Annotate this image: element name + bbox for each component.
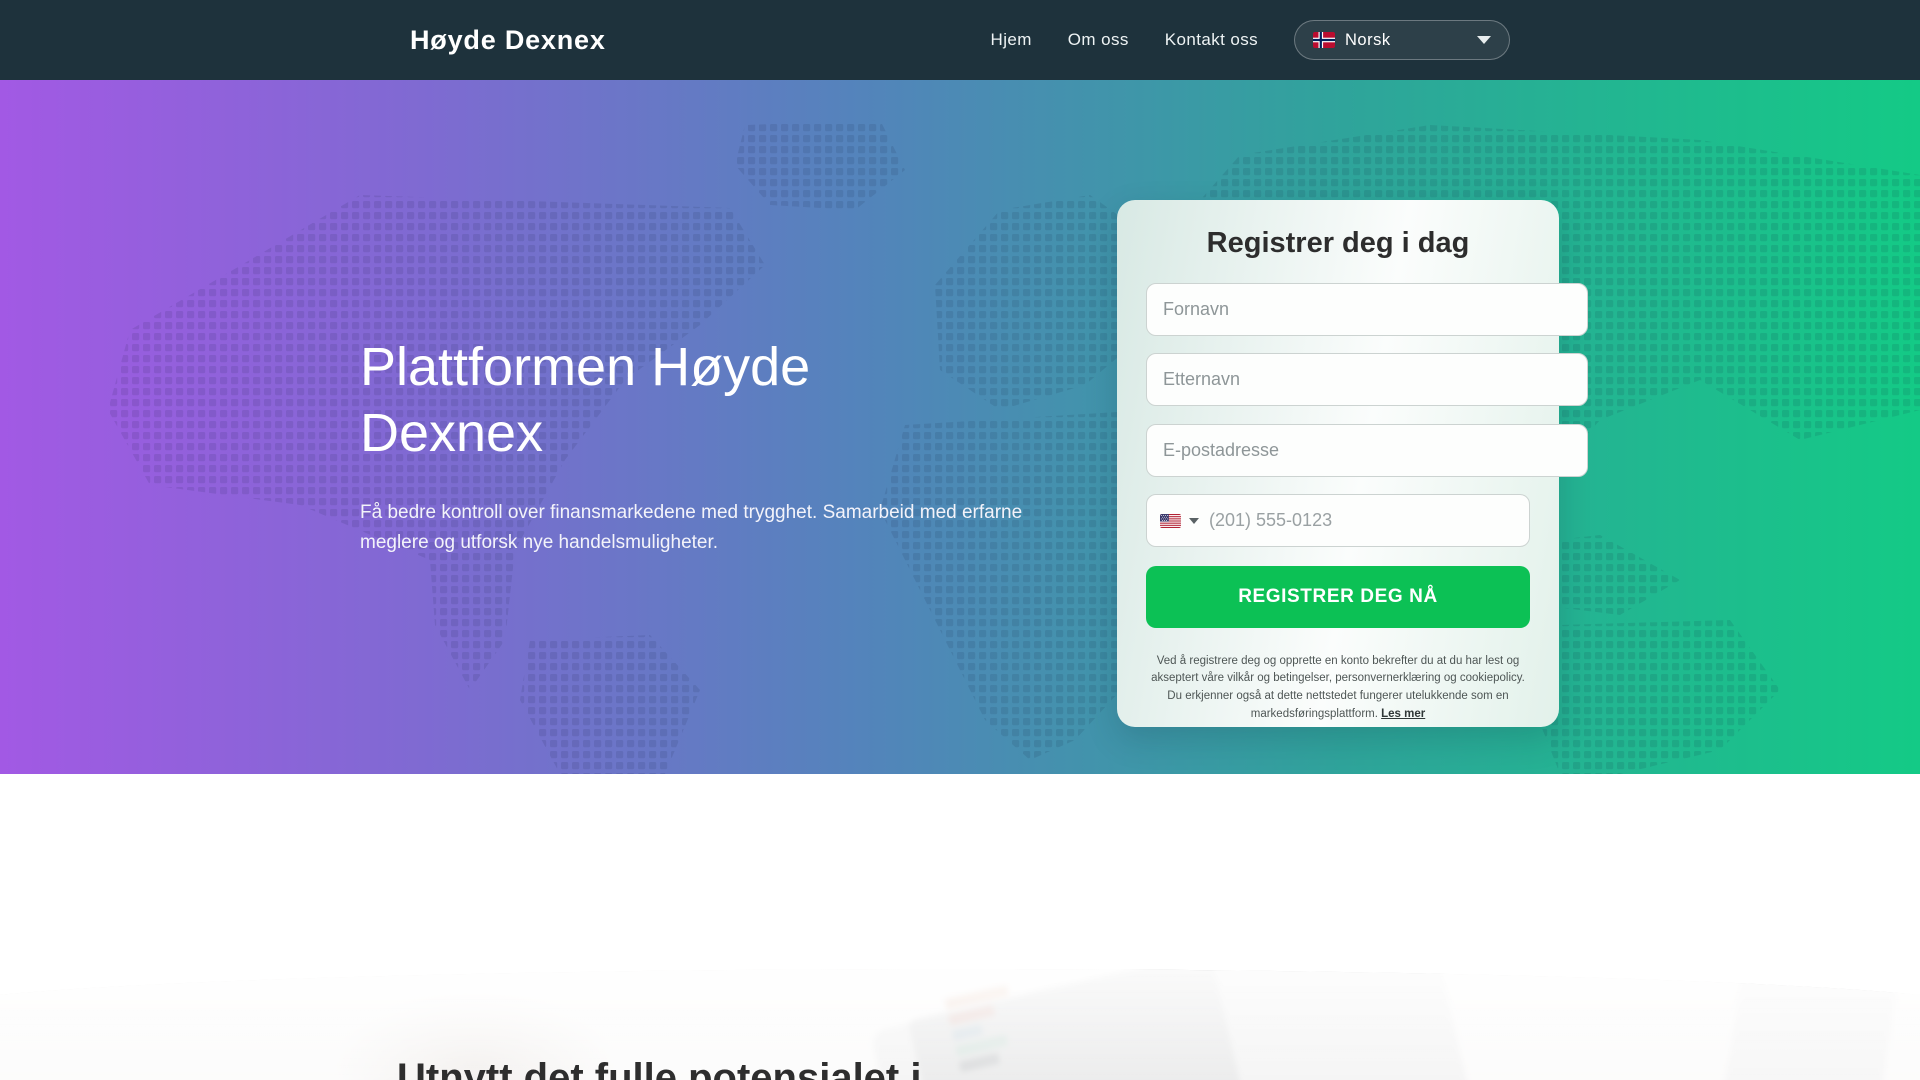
hero-subtitle: Få bedre kontroll over finansmarkedene m… — [360, 502, 1023, 554]
registration-title: Registrer deg i dag — [1206, 227, 1470, 259]
phone-field — [1146, 494, 1530, 547]
register-button[interactable]: REGISTRER DEG NÅ — [1146, 566, 1530, 628]
email-input[interactable] — [1146, 424, 1588, 477]
us-flag-icon — [1160, 513, 1181, 528]
brand-logo[interactable]: Høyde Dexnex — [410, 25, 606, 56]
white-overlay — [0, 969, 1920, 1080]
next-section-heading: Utnytt det fulle potensialet i — [397, 1056, 922, 1080]
registration-card: Registrer deg i dag Fornavn Etternavn E-… — [1117, 200, 1588, 727]
last-name-input[interactable] — [1146, 353, 1588, 406]
hero-title: Plattformen Høyde Dexnex — [360, 337, 811, 463]
language-selector[interactable]: Norsk — [1294, 20, 1510, 60]
nav-link-kontakt-oss[interactable]: Kontakt oss — [1165, 30, 1258, 50]
les-mer-link[interactable]: Les mer — [1381, 708, 1425, 720]
top-navbar: Høyde Dexnex Hjem Om oss Kontakt oss Nor… — [0, 0, 1920, 80]
main-nav: Hjem Om oss Kontakt oss — [991, 30, 1258, 50]
nav-link-hjem[interactable]: Hjem — [991, 30, 1032, 50]
disclaimer-body: Ved å registrere deg og opprette en kont… — [1151, 654, 1525, 720]
first-name-input[interactable] — [1146, 283, 1588, 336]
disclaimer-text: Ved å registrere deg og opprette en kont… — [1146, 653, 1530, 724]
language-selected-label: Norsk — [1345, 30, 1391, 49]
nav-link-om-oss[interactable]: Om oss — [1068, 30, 1129, 50]
hero-section: Plattformen Høyde Dexnex Få bedre kontro… — [0, 80, 1920, 774]
chevron-down-icon — [1477, 36, 1491, 44]
page: Høyde Dexnex Hjem Om oss Kontakt oss Nor… — [0, 0, 1920, 1080]
phone-input[interactable] — [1207, 509, 1516, 532]
next-section-photo — [0, 969, 1920, 1080]
norway-flag-icon — [1313, 32, 1335, 48]
country-dropdown-caret-icon[interactable] — [1189, 517, 1199, 524]
